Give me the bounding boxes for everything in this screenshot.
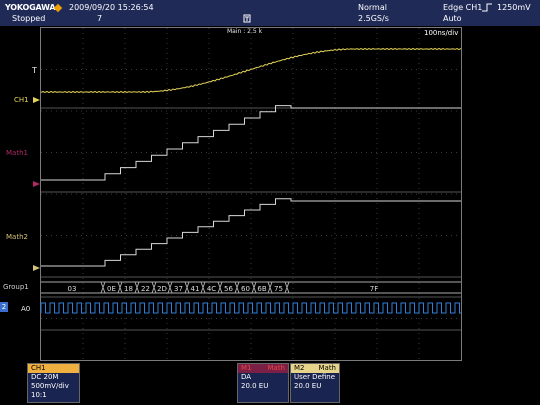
- ch1-label[interactable]: CH1: [14, 96, 29, 104]
- math2-label[interactable]: Math2: [6, 233, 28, 241]
- math1-panel-id: M1: [241, 364, 252, 372]
- bus-transition: [100, 281, 106, 294]
- math2-ground-marker: [33, 265, 40, 271]
- group1-value: 7F: [370, 285, 378, 293]
- waveform-layer: 03 0E 18 22 2D 37 41 4C 56 60 6B 75 7F: [33, 28, 462, 360]
- logic-badge: 2: [0, 302, 8, 312]
- ch1-coupling: DC 20M: [31, 373, 59, 381]
- bus-transition: [267, 281, 273, 294]
- bus-transition: [234, 281, 240, 294]
- math1-ground-marker: [33, 181, 40, 187]
- bus-transition: [151, 281, 157, 294]
- group1-label[interactable]: Group1: [3, 283, 29, 291]
- group1-value: 03: [68, 285, 77, 293]
- group1-value: 56: [224, 285, 233, 293]
- group1-value: 2D: [157, 285, 167, 293]
- bus-transition: [251, 281, 257, 294]
- ch1-ground-marker: [33, 97, 40, 103]
- ch1-panel-title: CH1: [28, 364, 79, 373]
- bus-transition: [217, 281, 223, 294]
- ch1-scale: 500mV/div: [31, 382, 69, 390]
- group1-value: 6B: [257, 285, 266, 293]
- trigger-level-marker[interactable]: T: [32, 66, 37, 75]
- main-record-label: Main : 2.5 k: [227, 28, 263, 35]
- bus-transition: [167, 281, 173, 294]
- a0-label[interactable]: A0: [21, 305, 30, 313]
- bus-transition: [117, 281, 123, 294]
- group1-value: 22: [141, 285, 150, 293]
- math1-settings-panel[interactable]: M1 Math DA 20.0 EU: [237, 363, 289, 403]
- ch1-probe: 10:1: [31, 391, 47, 399]
- bus-transition: [184, 281, 190, 294]
- math1-panel-title: M1 Math: [238, 364, 288, 373]
- math2-operation: User Define: [294, 373, 336, 381]
- bus-transition: [134, 281, 140, 294]
- group1-value: 60: [241, 285, 250, 293]
- group1-value: 0E: [107, 285, 116, 293]
- math2-scale: 20.0 EU: [294, 382, 322, 390]
- bus-transition: [284, 281, 290, 294]
- group1-value: 37: [174, 285, 183, 293]
- ch1-settings-panel[interactable]: CH1 DC 20M 500mV/div 10:1: [27, 363, 80, 403]
- ch1-trace: [40, 47, 462, 94]
- math1-label[interactable]: Math1: [6, 149, 28, 157]
- waveforms: 03 0E 18 22 2D 37 41 4C 56 60 6B 75 7F: [33, 47, 462, 314]
- math1-scale: 20.0 EU: [241, 382, 269, 390]
- math2-panel-kind: Math: [318, 364, 336, 372]
- group1-value: 75: [274, 285, 283, 293]
- group1-value: 4C: [207, 285, 216, 293]
- time-per-div[interactable]: 100ns/div: [424, 29, 458, 37]
- math2-panel-title: M2 Math: [291, 364, 339, 373]
- math1-operation: DA: [241, 373, 252, 381]
- math1-panel-kind: Math: [267, 364, 285, 372]
- group1-value: 41: [191, 285, 200, 293]
- math2-settings-panel[interactable]: M2 Math User Define 20.0 EU: [290, 363, 340, 403]
- group1-value: 18: [124, 285, 133, 293]
- math2-panel-id: M2: [294, 364, 305, 372]
- bus-transition: [200, 281, 206, 294]
